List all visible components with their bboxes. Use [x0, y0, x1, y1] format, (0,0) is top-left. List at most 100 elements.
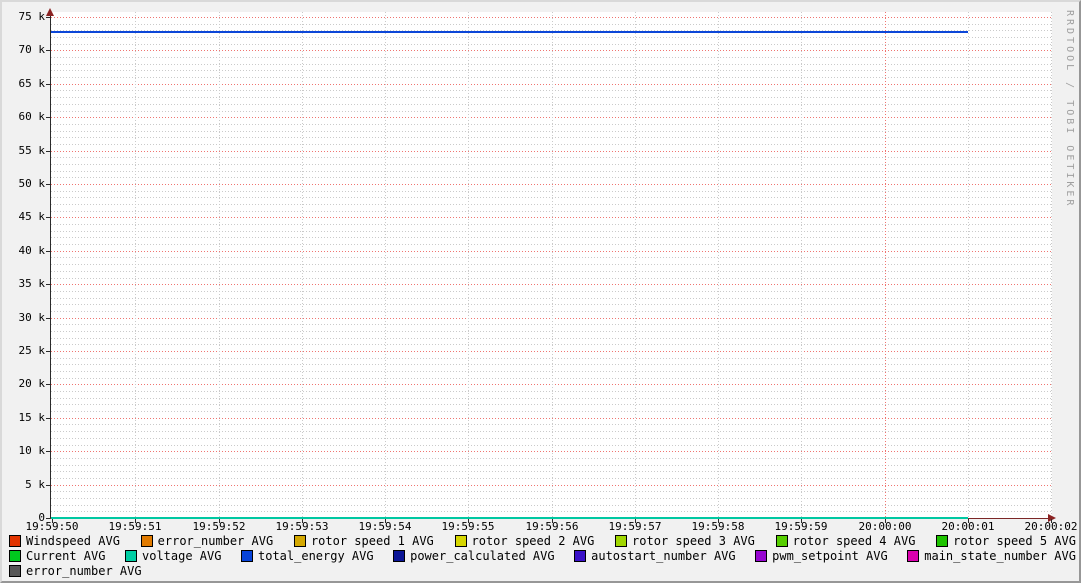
- x-tick-label: 19:59:55: [441, 520, 495, 533]
- gridline-v-minor: [968, 12, 969, 518]
- y-tick-mark: [46, 251, 50, 252]
- x-tick-label: 20:00:01: [941, 520, 995, 533]
- legend-label: voltage AVG: [142, 549, 222, 563]
- series-line: [51, 31, 968, 33]
- legend-item: rotor speed 2 AVG: [454, 534, 595, 548]
- y-tick-mark: [46, 217, 50, 218]
- y-tick-label: 35 k: [18, 277, 46, 290]
- legend-swatch: [293, 535, 306, 547]
- y-tick-mark: [46, 485, 50, 486]
- y-tick-label: 10 k: [18, 444, 46, 457]
- legend-swatch: [9, 535, 21, 547]
- y-tick-label: 45 k: [18, 210, 46, 223]
- y-tick-mark: [46, 50, 50, 51]
- watermark-vertical-text: RRDTOOL / TOBI OETIKER: [1064, 10, 1075, 209]
- legend-swatch: [755, 550, 768, 562]
- legend-row-2: Current AVG voltage AVG total_energy AVG po…: [2, 549, 1079, 563]
- gridline-v-minor: [635, 12, 636, 518]
- legend-swatch: [125, 550, 137, 562]
- gridline-v-minor: [1051, 12, 1052, 518]
- y-tick-mark: [46, 151, 50, 152]
- y-tick-mark: [46, 17, 50, 18]
- legend-swatch: [615, 535, 628, 547]
- legend-row-3: error_number AVG: [2, 564, 1079, 578]
- y-tick-mark: [46, 518, 50, 519]
- legend-label: total_energy AVG: [258, 549, 374, 563]
- gridline-v-minor: [718, 12, 719, 518]
- x-tick-label: 20:00:00: [858, 520, 912, 533]
- legend-label: rotor speed 5 AVG: [953, 534, 1076, 548]
- gridline-v-minor: [552, 12, 553, 518]
- legend-item: Current AVG: [9, 549, 105, 563]
- y-tick-label: 30 k: [18, 311, 46, 324]
- legend-label: rotor speed 2 AVG: [471, 534, 595, 548]
- legend-swatch: [775, 535, 788, 547]
- y-tick-label: 20 k: [18, 377, 46, 390]
- legend-label: Windspeed AVG: [26, 534, 120, 548]
- y-tick-label: 40 k: [18, 244, 46, 257]
- x-tick-label: 19:59:57: [608, 520, 662, 533]
- legend-item: power_calculated AVG: [393, 549, 555, 563]
- legend-label: pwm_setpoint AVG: [772, 549, 888, 563]
- legend-swatch: [9, 565, 21, 577]
- y-tick-label: 75 k: [18, 10, 46, 23]
- y-tick-mark: [46, 184, 50, 185]
- legend-item: total_energy AVG: [241, 549, 374, 563]
- y-tick-label: 65 k: [18, 77, 46, 90]
- y-tick-label: 55 k: [18, 144, 46, 157]
- legend-item: autostart_number AVG: [574, 549, 736, 563]
- legend-swatch: [936, 535, 949, 547]
- legend-item: error_number AVG: [140, 534, 274, 548]
- y-tick-mark: [46, 384, 50, 385]
- legend-swatch: [574, 550, 587, 562]
- legend-swatch: [454, 535, 467, 547]
- x-tick-label: 19:59:54: [358, 520, 412, 533]
- gridline-v-minor: [385, 12, 386, 518]
- legend-item: pwm_setpoint AVG: [755, 549, 888, 563]
- y-tick-label: 50 k: [18, 177, 46, 190]
- plot-canvas: [51, 12, 1052, 518]
- x-tick-label: 19:59:51: [108, 520, 162, 533]
- legend-label: error_number AVG: [26, 564, 142, 578]
- x-tick-label: 20:00:02: [1024, 520, 1078, 533]
- y-tick-mark: [46, 451, 50, 452]
- y-tick-label: 25 k: [18, 344, 46, 357]
- y-tick-label: 0: [38, 511, 45, 524]
- x-tick-label: 19:59:59: [774, 520, 828, 533]
- y-axis: [50, 15, 51, 519]
- y-tick-mark: [46, 284, 50, 285]
- y-tick-mark: [46, 84, 50, 85]
- legend-swatch: [393, 550, 406, 562]
- legend-item: rotor speed 1 AVG: [293, 534, 434, 548]
- legend-item: rotor speed 5 AVG: [936, 534, 1076, 548]
- legend-label: rotor speed 3 AVG: [632, 534, 755, 548]
- y-tick-label: 5 k: [25, 478, 45, 491]
- legend-swatch: [241, 550, 253, 562]
- y-tick-label: 60 k: [18, 110, 46, 123]
- legend-item: main_state_number AVG: [907, 549, 1076, 563]
- gridline-v-minor: [219, 12, 220, 518]
- y-tick-mark: [46, 318, 50, 319]
- legend-swatch: [140, 535, 153, 547]
- series-line: [51, 517, 968, 519]
- legend-label: rotor speed 1 AVG: [310, 534, 434, 548]
- y-axis-arrow-icon: [46, 8, 54, 16]
- legend-swatch: [907, 550, 920, 562]
- legend-item: rotor speed 3 AVG: [615, 534, 755, 548]
- gridline-v-minor: [468, 12, 469, 518]
- rrdtool-graph: RRDTOOL / TOBI OETIKER Windspeed AVG erro…: [0, 0, 1081, 583]
- x-tick-label: 19:59:53: [275, 520, 329, 533]
- legend-item: rotor speed 4 AVG: [775, 534, 915, 548]
- y-tick-label: 70 k: [18, 43, 46, 56]
- legend-label: power_calculated AVG: [410, 549, 555, 563]
- y-tick-mark: [46, 418, 50, 419]
- legend-item: Windspeed AVG: [9, 534, 120, 548]
- legend-swatch: [9, 550, 21, 562]
- legend-row-1: Windspeed AVG error_number AVG rotor speed…: [2, 534, 1079, 548]
- legend-label: Current AVG: [26, 549, 106, 563]
- x-tick-label: 19:59:52: [192, 520, 246, 533]
- y-tick-mark: [46, 117, 50, 118]
- legend-label: main_state_number AVG: [924, 549, 1076, 563]
- legend-label: error_number AVG: [157, 534, 274, 548]
- y-tick-mark: [46, 351, 50, 352]
